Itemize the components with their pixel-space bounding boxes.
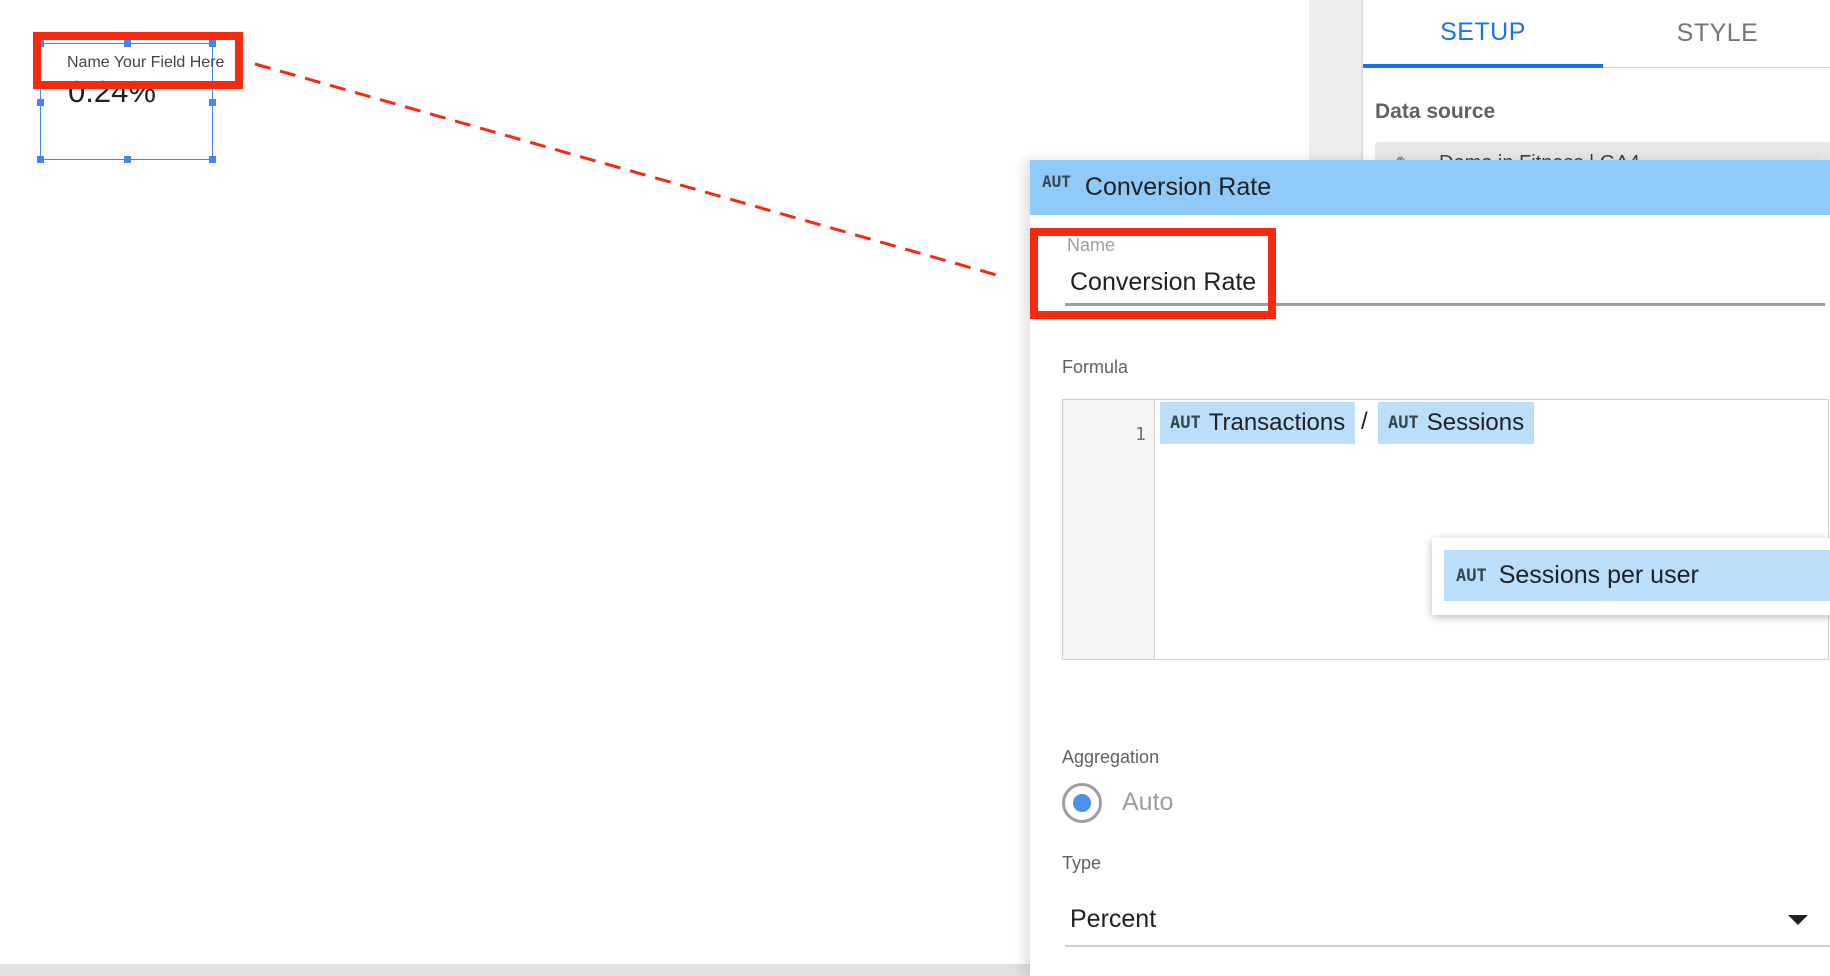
type-label: Type [1062,853,1102,873]
formula-operator: / [1361,408,1368,435]
field-editor-title: Conversion Rate [1084,173,1272,201]
radio-selected-dot [1073,794,1091,812]
line-number-gutter: 1 [1063,400,1155,659]
formula-chip-transactions[interactable]: AUT Transactions [1160,402,1356,444]
formula-chip-label: Sessions [1426,409,1525,436]
aggregation-auto-label: Auto [1122,788,1174,816]
autocomplete-item-label: Sessions per user [1498,561,1699,589]
resize-handle-bottom[interactable] [124,156,131,163]
type-select-value: Percent [1070,905,1157,933]
formula-editor[interactable]: 1 AUT Transactions / AUT Sessions [1062,399,1829,660]
chevron-down-icon[interactable] [1788,915,1808,925]
tab-setup[interactable]: SETUP [1363,0,1603,68]
type-select[interactable]: Percent [1065,895,1830,947]
aggregation-label: Aggregation [1062,747,1160,767]
auto-type-badge: AUT [1170,413,1201,433]
auto-type-badge: AUT [1042,172,1071,191]
tab-style[interactable]: STYLE [1603,0,1830,68]
resize-handle-left[interactable] [37,99,44,106]
formula-label: Formula [1062,357,1129,377]
resize-handle-bottom-left[interactable] [37,156,44,163]
autocomplete-item-sessions-per-user[interactable]: AUT Sessions per user [1444,550,1830,601]
resize-handle-right[interactable] [209,99,216,106]
line-number: 1 [1135,424,1146,445]
auto-type-badge: AUT [1388,413,1419,433]
formula-chip-label: Transactions [1208,409,1346,436]
annotation-highlight-name-field [1030,228,1276,319]
field-editor-panel: AUT Conversion Rate Name Formula 1 AUT T… [1030,160,1830,976]
annotation-highlight-scorecard-label [33,32,243,89]
autocomplete-dropdown: AUT Sessions per user [1432,538,1830,615]
aggregation-auto-radio[interactable] [1062,783,1102,823]
data-source-label: Data source [1375,100,1496,123]
resize-handle-bottom-right[interactable] [209,156,216,163]
field-editor-header: AUT Conversion Rate [1030,160,1830,215]
formula-chip-sessions[interactable]: AUT Sessions [1378,402,1535,444]
auto-type-badge: AUT [1456,565,1487,586]
